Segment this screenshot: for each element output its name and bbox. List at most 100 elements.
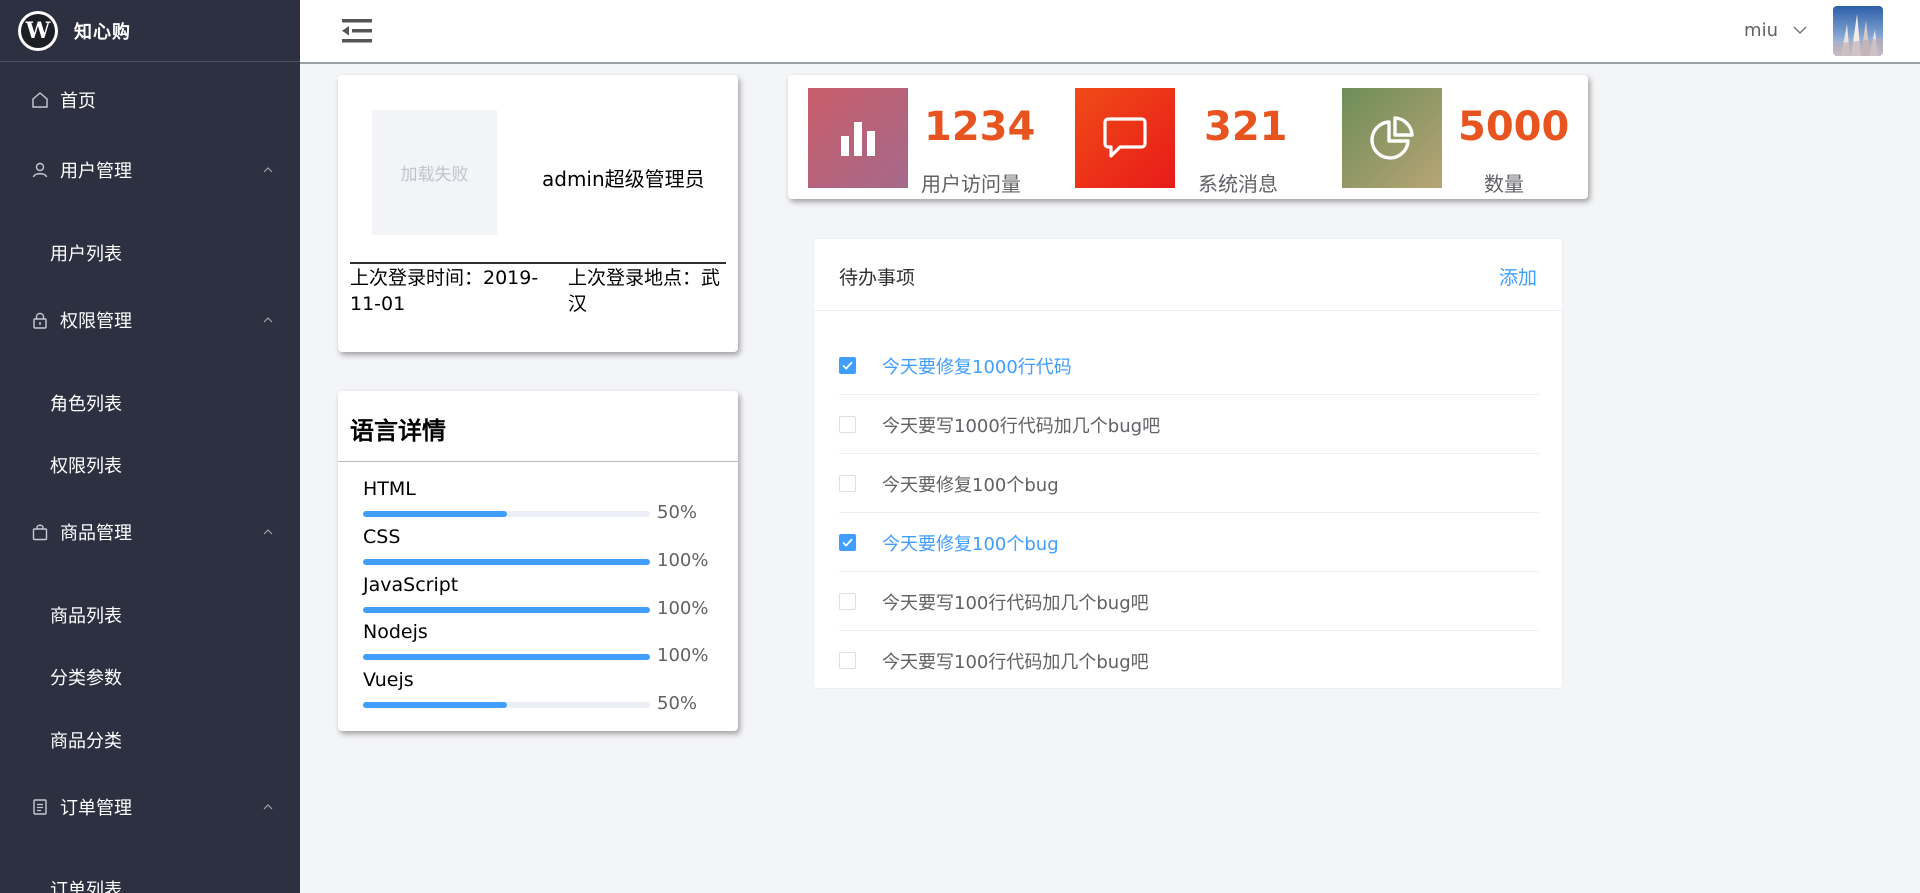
language-row-javascript: JavaScript 100% (363, 574, 723, 622)
progress-track (363, 511, 650, 517)
progress-track (363, 702, 650, 708)
language-name: Nodejs (363, 621, 428, 643)
bar-chart-icon (841, 122, 875, 156)
stat-icon-tile (1075, 88, 1175, 188)
logo-letter: W (21, 13, 55, 48)
todo-item: 今天要修复100个bug (839, 513, 1539, 572)
progress-track (363, 559, 650, 565)
language-card: 语言详情 HTML 50% CSS 100% JavaScript 100% N… (338, 391, 738, 731)
brand-name: 知心购 (74, 21, 131, 43)
sidebar-item-label: 首页 (60, 91, 96, 112)
stat-icon-tile (1342, 88, 1442, 188)
sidebar-item-category-params[interactable]: 分类参数 (50, 664, 122, 690)
todo-item: 今天要修复100个bug (839, 454, 1539, 513)
home-icon (30, 90, 50, 110)
todo-checkbox[interactable] (839, 534, 856, 551)
stat-visits: 1234 用户访问量 (808, 88, 1048, 196)
stats-card: 1234 用户访问量 321 系统消息 5000 数量 (788, 75, 1588, 199)
todo-text[interactable]: 今天要修复1000行代码 (882, 353, 1072, 379)
chevron-down-icon[interactable] (1792, 24, 1808, 36)
user-name[interactable]: miu (1744, 20, 1778, 41)
profile-role: admin超级管理员 (542, 167, 705, 191)
sidebar-item-goods-management[interactable]: 商品管理 (0, 514, 300, 550)
sidebar-item-permission-list[interactable]: 权限列表 (50, 452, 122, 478)
sidebar-item-label: 用户管理 (60, 161, 132, 182)
stat-value: 5000 (1458, 104, 1570, 150)
sidebar-item-user-list[interactable]: 用户列表 (50, 240, 122, 266)
sidebar: W 知心购 首页 用户管理 用户列表 权限管理 角色列表 权限列表 商品管理 商… (0, 0, 300, 893)
checkmark-icon (842, 538, 853, 547)
todo-text[interactable]: 今天要写100行代码加几个bug吧 (882, 589, 1149, 615)
sidebar-item-role-list[interactable]: 角色列表 (50, 390, 122, 416)
pie-chart-icon (1370, 116, 1414, 160)
sidebar-item-home[interactable]: 首页 (0, 82, 300, 118)
message-icon (1103, 117, 1147, 158)
progress-fill (363, 654, 650, 660)
progress-percent: 100% (657, 550, 709, 571)
chevron-up-icon (263, 167, 273, 173)
chevron-up-icon (263, 529, 273, 535)
todo-checkbox[interactable] (839, 652, 856, 669)
menu-fold-icon[interactable] (342, 17, 372, 45)
stat-value: 321 (1204, 104, 1288, 150)
language-name: JavaScript (363, 574, 459, 596)
todo-checkbox[interactable] (839, 475, 856, 492)
progress-fill (363, 607, 650, 613)
progress-track (363, 607, 650, 613)
sidebar-item-label: 订单管理 (60, 798, 132, 819)
document-icon (30, 797, 50, 817)
language-name: HTML (363, 478, 416, 500)
stat-icon-tile (808, 88, 908, 188)
todo-checkbox[interactable] (839, 357, 856, 374)
progress-track (363, 654, 650, 660)
stat-label: 用户访问量 (921, 172, 1021, 196)
language-row-css: CSS 100% (363, 526, 723, 574)
todo-text[interactable]: 今天要写1000行代码加几个bug吧 (882, 412, 1160, 438)
todo-text[interactable]: 今天要修复100个bug (882, 471, 1059, 497)
todo-title: 待办事项 (839, 267, 916, 289)
todo-item: 今天要修复1000行代码 (839, 336, 1539, 395)
progress-fill (363, 702, 507, 708)
progress-percent: 100% (657, 645, 709, 666)
todo-text[interactable]: 今天要修复100个bug (882, 530, 1059, 556)
language-name: Vuejs (363, 669, 414, 691)
sidebar-item-label: 权限管理 (60, 311, 132, 332)
sidebar-item-goods-list[interactable]: 商品列表 (50, 602, 122, 628)
todo-checkbox[interactable] (839, 416, 856, 433)
shopping-bag-icon (30, 522, 50, 542)
progress-percent: 50% (657, 502, 698, 523)
lock-icon (30, 310, 50, 330)
sidebar-item-order-list[interactable]: 订单列表 (50, 876, 122, 893)
todo-text[interactable]: 今天要写100行代码加几个bug吧 (882, 648, 1149, 674)
stat-label: 系统消息 (1198, 172, 1278, 196)
stat-label: 数量 (1484, 172, 1524, 196)
last-login-time: 上次登录时间：2019-11-01 (350, 267, 539, 315)
sidebar-item-order-management[interactable]: 订单管理 (0, 789, 300, 825)
wordpress-logo-icon: W (18, 10, 58, 51)
language-row-vuejs: Vuejs 50% (363, 669, 723, 717)
sidebar-item-permission-management[interactable]: 权限管理 (0, 302, 300, 338)
language-card-divider (338, 461, 738, 462)
language-name: CSS (363, 526, 401, 548)
todo-item: 今天要写100行代码加几个bug吧 (839, 631, 1539, 690)
top-header: miu (300, 0, 1920, 64)
language-card-title: 语言详情 (350, 417, 446, 445)
profile-card: 加载失败 admin超级管理员 上次登录时间：2019-11-01 上次登录地点… (338, 75, 738, 352)
sidebar-item-user-management[interactable]: 用户管理 (0, 152, 300, 188)
todo-item: 今天要写1000行代码加几个bug吧 (839, 395, 1539, 454)
avatar[interactable] (1833, 6, 1883, 56)
todo-header: 待办事项 添加 (814, 239, 1562, 311)
progress-percent: 100% (657, 598, 709, 619)
checkmark-icon (842, 361, 853, 370)
sidebar-item-goods-category[interactable]: 商品分类 (50, 727, 122, 753)
profile-image-placeholder: 加载失败 (372, 110, 497, 235)
progress-fill (363, 559, 650, 565)
todo-card: 待办事项 添加 今天要修复1000行代码 今天要写1000行代码加几个bug吧 … (813, 238, 1563, 689)
stat-messages: 321 系统消息 (1075, 88, 1315, 196)
add-todo-button[interactable]: 添加 (1499, 263, 1537, 290)
brand[interactable]: W 知心购 (0, 0, 300, 62)
chevron-up-icon (263, 317, 273, 323)
user-icon (30, 160, 50, 180)
todo-checkbox[interactable] (839, 593, 856, 610)
stat-quantity: 5000 数量 (1342, 88, 1582, 196)
